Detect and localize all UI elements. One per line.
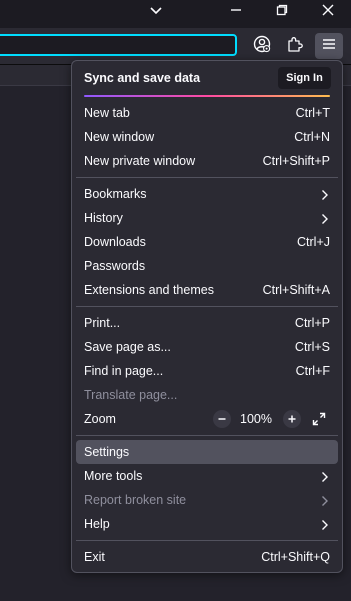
chevron-right-icon — [320, 470, 330, 482]
menu-separator — [76, 435, 338, 436]
menu-item-extensions-and-themes[interactable]: Extensions and themes Ctrl+Shift+A — [76, 278, 338, 302]
restore-button[interactable] — [259, 0, 305, 24]
menu-item-label: Report broken site — [84, 493, 187, 507]
menu-item-shortcut: Ctrl+N — [294, 130, 330, 144]
menu-item-label: Settings — [84, 445, 130, 459]
chevron-down-icon — [149, 3, 163, 21]
menu-item-print[interactable]: Print... Ctrl+P — [76, 311, 338, 335]
menu-item-new-tab[interactable]: New tab Ctrl+T — [76, 101, 338, 125]
hamburger-menu-icon — [321, 37, 337, 56]
list-all-tabs-button[interactable] — [133, 0, 179, 24]
menu-item-passwords[interactable]: Passwords — [76, 254, 338, 278]
menu-item-settings[interactable]: Settings — [76, 440, 338, 464]
menu-item-zoom: Zoom 100% — [76, 407, 338, 431]
menu-item-label: More tools — [84, 469, 143, 483]
menu-item-downloads[interactable]: Downloads Ctrl+J — [76, 230, 338, 254]
zoom-in-button[interactable] — [283, 410, 301, 428]
menu-item-bookmarks[interactable]: Bookmarks — [76, 182, 338, 206]
restore-icon — [276, 3, 288, 21]
menu-item-translate-page: Translate page... — [76, 383, 338, 407]
menu-item-label: History — [84, 211, 123, 225]
title-bar — [0, 0, 351, 28]
menu-item-label: Exit — [84, 550, 105, 564]
puzzle-piece-icon — [286, 35, 304, 58]
menu-item-shortcut: Ctrl+S — [294, 340, 330, 354]
menu-separator — [76, 177, 338, 178]
menu-item-exit[interactable]: Exit Ctrl+Shift+Q — [76, 545, 338, 569]
close-icon — [322, 3, 334, 21]
chevron-right-icon — [320, 518, 330, 530]
menu-item-label: Help — [84, 517, 110, 531]
sign-in-button[interactable]: Sign In — [278, 67, 331, 89]
menu-item-shortcut: Ctrl+T — [295, 106, 330, 120]
chevron-right-icon — [320, 212, 330, 224]
menu-item-label: Find in page... — [84, 364, 164, 378]
menu-item-save-page-as[interactable]: Save page as... Ctrl+S — [76, 335, 338, 359]
account-icon — [253, 35, 271, 58]
menu-separator — [76, 306, 338, 307]
close-window-button[interactable] — [305, 0, 351, 24]
minimize-button[interactable] — [213, 0, 259, 24]
menu-item-history[interactable]: History — [76, 206, 338, 230]
menu-item-label: Downloads — [84, 235, 146, 249]
minus-icon — [218, 418, 226, 420]
menu-item-label: Translate page... — [84, 388, 178, 402]
menu-item-new-window[interactable]: New window Ctrl+N — [76, 125, 338, 149]
menu-item-help[interactable]: Help — [76, 512, 338, 536]
open-application-menu-button[interactable] — [315, 33, 343, 59]
menu-item-shortcut: Ctrl+Shift+P — [262, 154, 330, 168]
menu-item-more-tools[interactable]: More tools — [76, 464, 338, 488]
menu-separator — [76, 540, 338, 541]
menu-item-label: New tab — [84, 106, 130, 120]
account-button[interactable] — [248, 33, 276, 59]
menu-item-label: New private window — [84, 154, 196, 168]
menu-item-shortcut: Ctrl+Shift+A — [262, 283, 330, 297]
chevron-right-icon — [320, 494, 330, 506]
zoom-out-button[interactable] — [213, 410, 231, 428]
menu-item-shortcut: Ctrl+J — [297, 235, 330, 249]
zoom-level[interactable]: 100% — [238, 412, 274, 426]
menu-item-shortcut: Ctrl+Shift+Q — [261, 550, 330, 564]
url-bar[interactable] — [0, 34, 237, 56]
menu-item-label: Save page as... — [84, 340, 171, 354]
menu-item-label: Extensions and themes — [84, 283, 214, 297]
menu-item-label: Bookmarks — [84, 187, 147, 201]
menu-item-label: Zoom — [84, 412, 116, 426]
sync-section: Sync and save data Sign In — [72, 61, 342, 97]
menu-item-label: Print... — [84, 316, 121, 330]
sync-title: Sync and save data — [84, 71, 201, 85]
fullscreen-icon — [312, 412, 326, 426]
menu-item-label: New window — [84, 130, 155, 144]
menu-item-find-in-page[interactable]: Find in page... Ctrl+F — [76, 359, 338, 383]
application-menu: Sync and save data Sign In New tab Ctrl+… — [71, 60, 343, 573]
fullscreen-button[interactable] — [310, 410, 328, 428]
chevron-right-icon — [320, 188, 330, 200]
sync-gradient-divider — [84, 95, 330, 97]
menu-item-shortcut: Ctrl+F — [295, 364, 330, 378]
menu-item-report-broken-site: Report broken site — [76, 488, 338, 512]
plus-icon — [288, 415, 296, 423]
extensions-button[interactable] — [281, 33, 309, 59]
menu-item-shortcut: Ctrl+P — [294, 316, 330, 330]
menu-item-label: Passwords — [84, 259, 146, 273]
menu-item-new-private-window[interactable]: New private window Ctrl+Shift+P — [76, 149, 338, 173]
minimize-icon — [230, 3, 242, 21]
